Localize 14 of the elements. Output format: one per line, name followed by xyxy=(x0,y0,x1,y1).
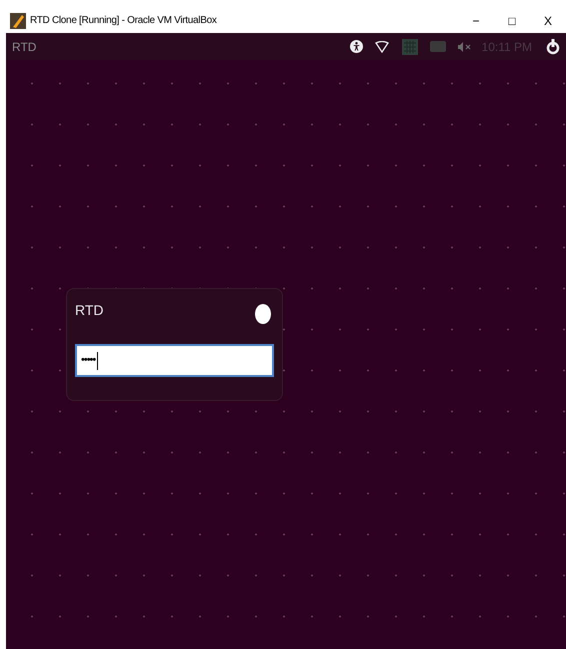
window-title: RTD Clone [Running] - Oracle VM VirtualBox xyxy=(30,14,217,28)
power-icon[interactable] xyxy=(546,38,560,54)
app-logo-icon xyxy=(10,12,26,28)
user-name: RTD xyxy=(75,301,104,320)
maximize-button[interactable]: □ xyxy=(494,8,530,33)
accessibility-icon[interactable] xyxy=(350,40,363,53)
avatar-icon xyxy=(255,304,271,324)
close-button[interactable]: X xyxy=(530,8,566,33)
password-field[interactable]: ••••• xyxy=(75,344,274,377)
minimize-button[interactable]: − xyxy=(458,8,494,33)
muted-speaker-icon[interactable] xyxy=(458,42,472,52)
panel-label: RTD xyxy=(12,38,36,56)
text-cursor xyxy=(97,352,98,370)
wifi-icon[interactable] xyxy=(374,40,389,52)
